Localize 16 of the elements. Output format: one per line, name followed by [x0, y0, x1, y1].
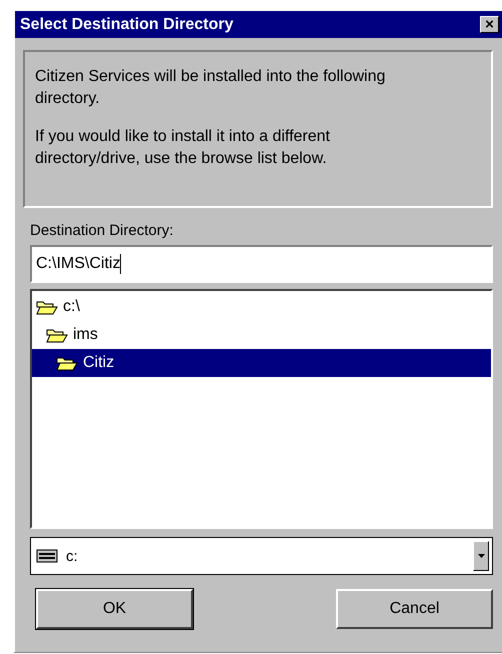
drive-icon	[36, 549, 58, 563]
folder-icon	[46, 327, 68, 343]
folder-item[interactable]: Citiz	[32, 349, 491, 377]
cancel-button[interactable]: Cancel	[336, 589, 493, 629]
close-button[interactable]: ×	[480, 16, 499, 33]
field-label: Destination Directory:	[30, 222, 174, 239]
message-text: Citizen Services will be installed into the following directory.	[35, 67, 386, 109]
directory-input[interactable]: C:\IMS\Citiz	[30, 245, 493, 283]
folder-icon	[36, 299, 58, 315]
message-text: If you would like to install it into a different directory/drive, use the browse list below.	[35, 127, 331, 169]
ok-button[interactable]: OK	[36, 589, 193, 629]
folder-item[interactable]: c:\	[32, 293, 491, 321]
folder-icon	[56, 355, 78, 371]
window-title: Select Destination Directory	[20, 16, 234, 34]
drive-dropdown[interactable]: c:	[30, 537, 493, 575]
folder-item[interactable]: ims	[32, 321, 491, 349]
